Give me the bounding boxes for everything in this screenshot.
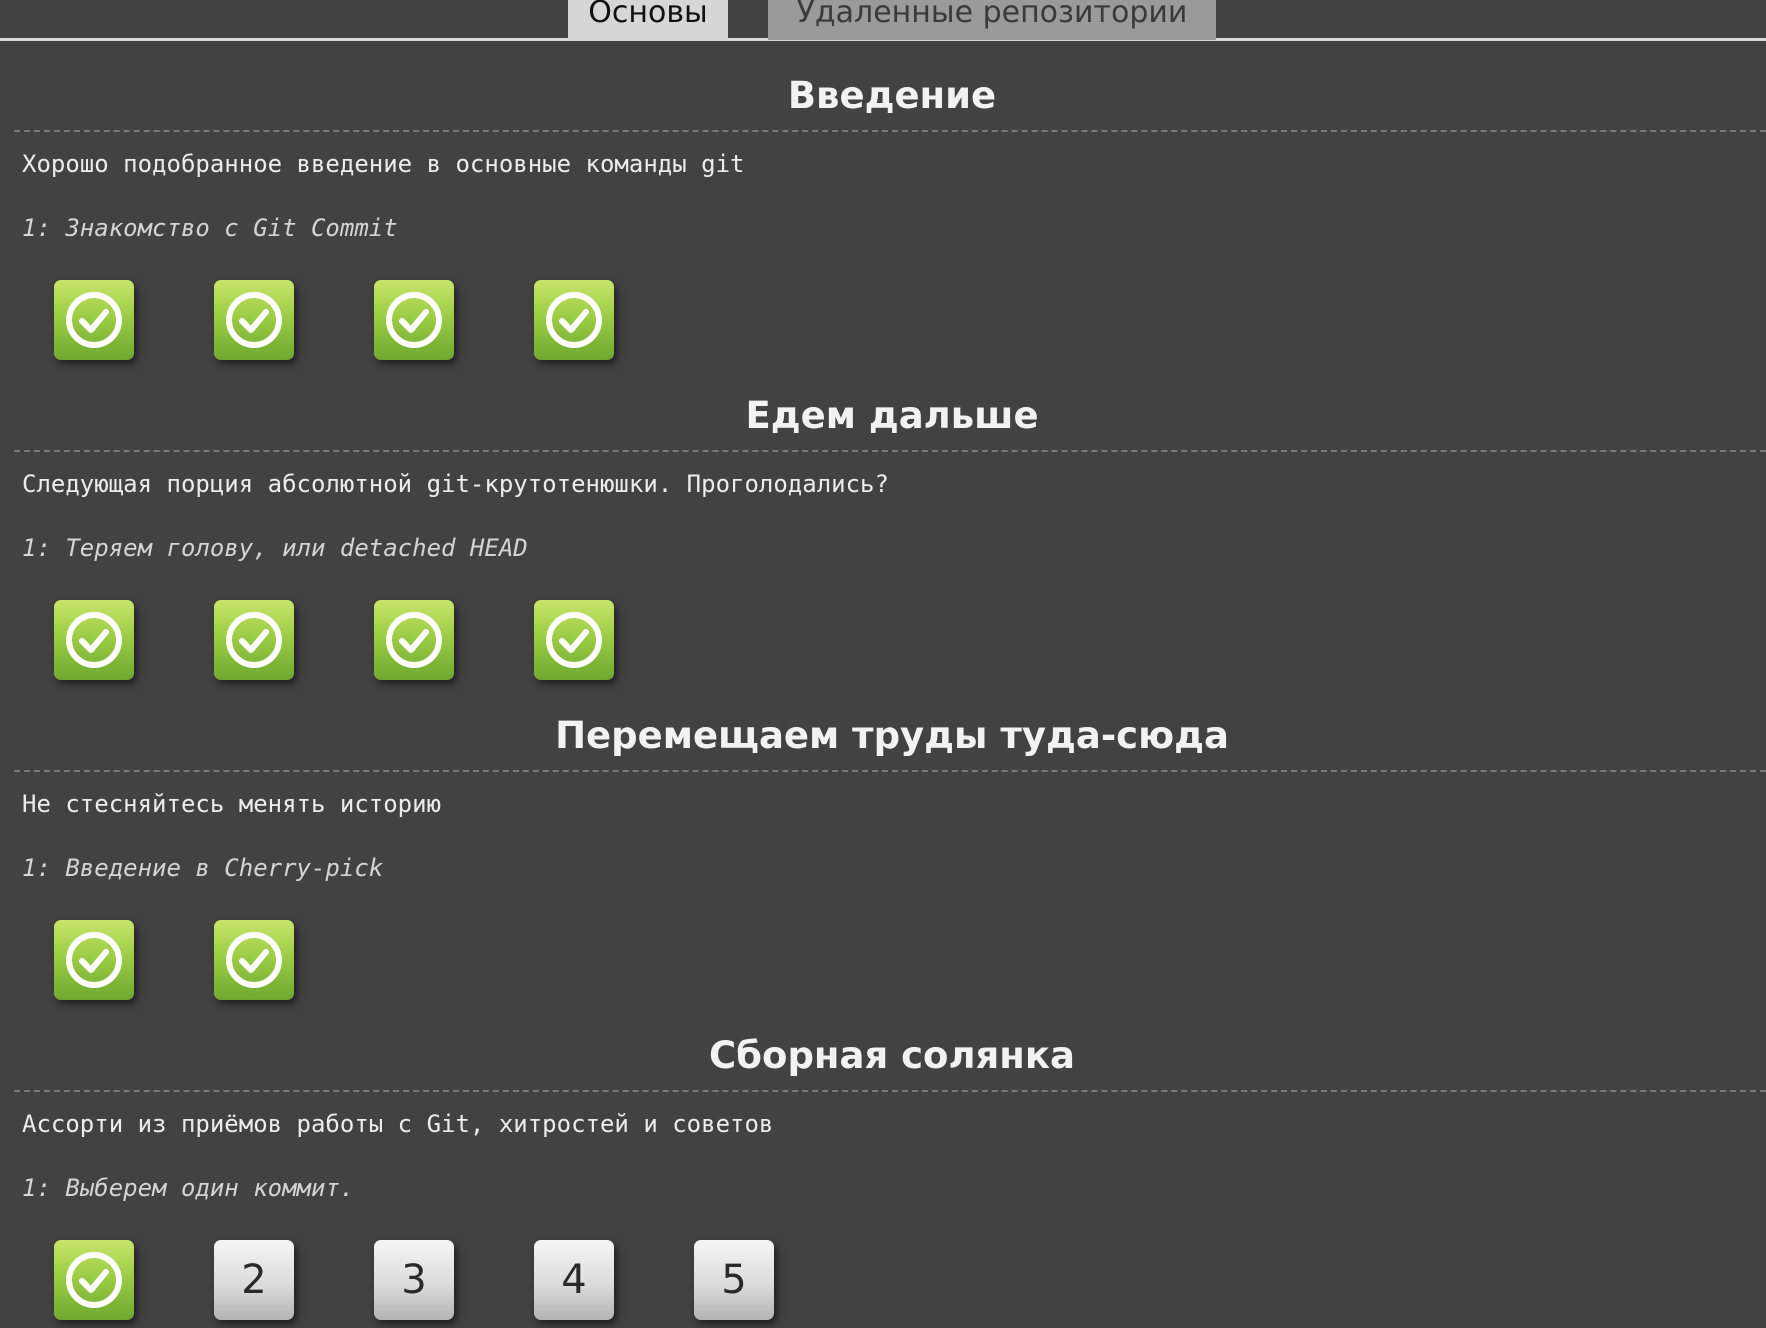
level-button[interactable]: 3 — [374, 1240, 454, 1320]
level-button[interactable] — [214, 920, 294, 1000]
level-number: 2 — [241, 1257, 267, 1303]
level-button[interactable]: 4 — [534, 1240, 614, 1320]
level-tabs: Основы Удаленные репозитории — [0, 0, 1766, 41]
level-button[interactable]: 2 — [214, 1240, 294, 1320]
section-description: Хорошо подобранное введение в основные к… — [22, 150, 745, 178]
level-button[interactable] — [54, 280, 134, 360]
level-button[interactable] — [54, 1240, 134, 1320]
level-button[interactable] — [214, 280, 294, 360]
current-level-name: 1: Теряем голову, или detached HEAD — [22, 534, 528, 562]
tab-remote-repositories[interactable]: Удаленные репозитории — [768, 0, 1216, 40]
current-level-name: 1: Знакомство с Git Commit — [22, 214, 398, 242]
current-level-name: 1: Выберем один коммит. — [22, 1174, 355, 1202]
section-description: Ассорти из приёмов работы с Git, хитрост… — [22, 1110, 774, 1138]
section-title: Перемещаем труды туда-сюда — [555, 714, 1229, 757]
level-button[interactable] — [214, 600, 294, 680]
section-divider — [14, 1090, 1766, 1092]
level-section: Едем дальше Следующая порция абсолютной g… — [0, 364, 1766, 684]
level-button[interactable] — [374, 600, 454, 680]
level-number: 3 — [401, 1257, 427, 1303]
section-description: Следующая порция абсолютной git-крутотен… — [22, 470, 889, 498]
section-title: Введение — [787, 74, 997, 117]
section-divider — [14, 130, 1766, 132]
section-divider — [14, 770, 1766, 772]
section-title: Сборная солянка — [709, 1034, 1075, 1077]
section-description: Не стесняйтесь менять историю — [22, 790, 442, 818]
level-button[interactable] — [534, 600, 614, 680]
level-number: 5 — [721, 1257, 747, 1303]
level-button[interactable] — [534, 280, 614, 360]
current-level-name: 1: Введение в Cherry-pick — [22, 854, 384, 882]
level-number: 4 — [561, 1257, 587, 1303]
level-button[interactable] — [54, 600, 134, 680]
level-section: Введение Хорошо подобранное введение в ос… — [0, 44, 1766, 364]
section-title: Едем дальше — [745, 394, 1039, 437]
level-sections: Введение Хорошо подобранное введение в ос… — [0, 44, 1766, 1324]
level-button[interactable]: 5 — [694, 1240, 774, 1320]
tab-basics[interactable]: Основы — [568, 0, 728, 40]
level-button[interactable] — [54, 920, 134, 1000]
section-divider — [14, 450, 1766, 452]
level-section: Перемещаем труды туда-сюда Не стесняйтесь… — [0, 684, 1766, 1004]
level-section: Сборная солянка Ассорти из приёмов работы… — [0, 1004, 1766, 1324]
level-button[interactable] — [374, 280, 454, 360]
